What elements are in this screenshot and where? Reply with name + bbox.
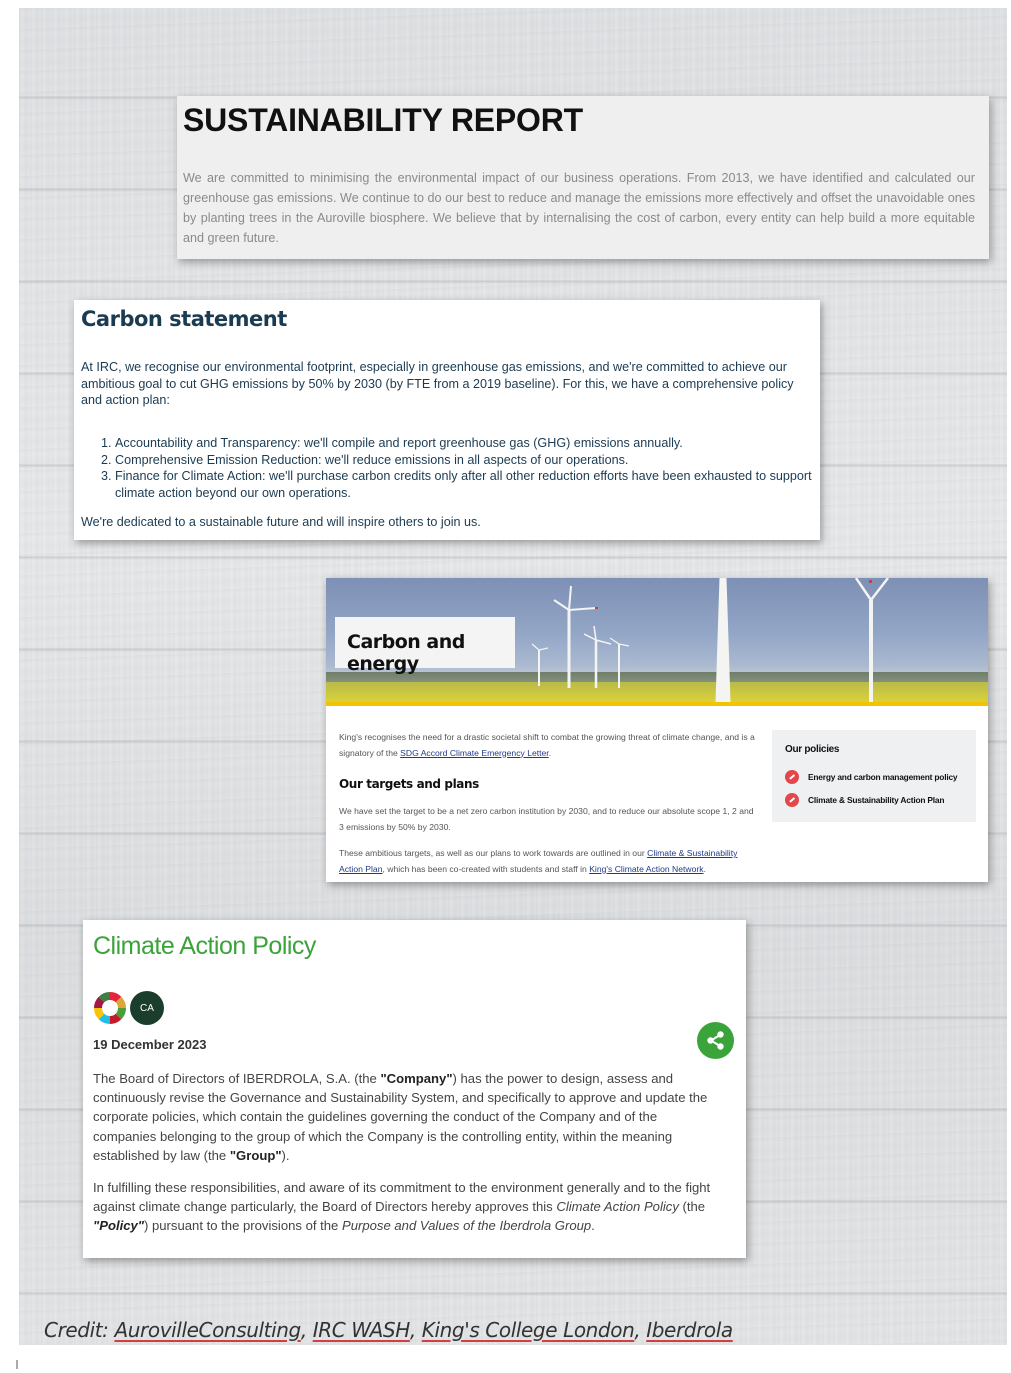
credit-line: Credit: AurovilleConsulting, IRC WASH, K…	[44, 1318, 733, 1342]
credit-link-kings[interactable]: King's College London	[422, 1318, 635, 1342]
share-icon	[707, 1031, 724, 1050]
policy-title: Climate Action Policy	[93, 932, 316, 960]
banner-title-box: Carbon and energy	[335, 617, 515, 675]
sdg-wheel-icon	[94, 992, 126, 1024]
policy-link-energy[interactable]: Energy and carbon management policy	[785, 770, 958, 784]
policy-paragraph-1: The Board of Directors of IBERDROLA, S.A…	[93, 1071, 708, 1163]
ca-badge: CA	[130, 991, 164, 1025]
policy-date: 19 December 2023	[93, 1037, 207, 1052]
credit-link-auroville[interactable]: AurovilleConsulting	[114, 1318, 301, 1342]
sdg-accord-link[interactable]: SDG Accord Climate Emergency Letter	[400, 748, 549, 758]
carbon-statement-intro: At IRC, we recognise our environmental f…	[81, 360, 794, 407]
credit-link-iberdrola[interactable]: Iberdrola	[646, 1318, 733, 1342]
commitment-list: Accountability and Transparency: we'll c…	[81, 435, 837, 501]
carbon-energy-card: Carbon and energy King's recognises the …	[326, 578, 988, 882]
share-button[interactable]	[697, 1022, 734, 1059]
climate-action-network-link[interactable]: King's Climate Action Network	[589, 864, 703, 874]
policies-panel: Our policies Energy and carbon managemen…	[772, 730, 976, 822]
page-mark	[16, 1360, 18, 1369]
climate-action-policy-card: Climate Action Policy CA 19 December 202…	[83, 920, 746, 1258]
link-icon	[785, 793, 799, 807]
policies-title: Our policies	[785, 744, 840, 755]
plans-text: These ambitious targets, as well as our …	[339, 848, 738, 874]
targets-heading: Our targets and plans	[339, 777, 479, 791]
carbon-statement-title: Carbon statement	[81, 307, 287, 331]
policy-paragraph-2: In fulfilling these responsibilities, an…	[93, 1180, 711, 1234]
carbon-statement-outro: We're dedicated to a sustainable future …	[81, 515, 481, 529]
credit-link-irc[interactable]: IRC WASH	[313, 1318, 411, 1342]
link-icon	[785, 770, 799, 784]
report-body: We are committed to minimising the envir…	[183, 171, 975, 245]
banner-title: Carbon and energy	[347, 631, 465, 675]
list-item: Accountability and Transparency: we'll c…	[115, 435, 837, 452]
banner-divider	[326, 702, 988, 706]
carbon-statement-card: Carbon statement At IRC, we recognise ou…	[74, 300, 820, 540]
sustainability-report-card: SUSTAINABILITY REPORT We are committed t…	[177, 96, 989, 259]
list-item: Comprehensive Emission Reduction: we'll …	[115, 452, 837, 469]
targets-text: We have set the target to be a net zero …	[339, 806, 754, 832]
list-item: Finance for Climate Action: we'll purcha…	[115, 468, 837, 501]
kings-intro: King's recognises the need for a drastic…	[339, 732, 755, 758]
policy-link-action-plan[interactable]: Climate & Sustainability Action Plan	[785, 793, 944, 807]
report-title: SUSTAINABILITY REPORT	[183, 102, 583, 138]
